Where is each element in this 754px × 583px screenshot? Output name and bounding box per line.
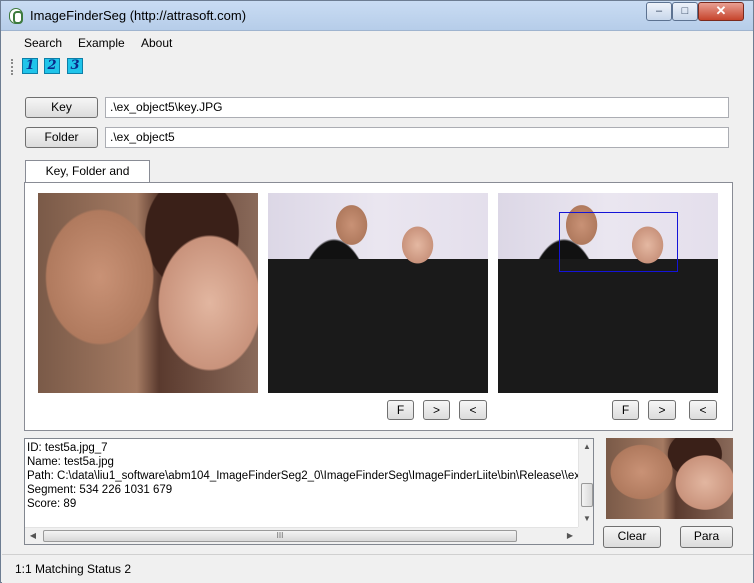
status-bar: 1:1 Matching Status 2 xyxy=(2,554,753,583)
app-window: ImageFinderSeg (http://attrasoft.com) – … xyxy=(0,0,754,583)
folder-path-field[interactable]: .\ex_object5 xyxy=(105,127,729,148)
maximize-button[interactable]: □ xyxy=(672,2,698,21)
scroll-right-icon[interactable]: ▶ xyxy=(562,528,578,544)
segment-selection-box xyxy=(559,212,678,272)
status-text: 1:1 Matching Status 2 xyxy=(15,562,132,576)
tab-key-folder-results[interactable]: Key, Folder and Results xyxy=(25,160,150,199)
title-bar: ImageFinderSeg (http://attrasoft.com) – … xyxy=(1,1,753,31)
scroll-down-icon[interactable]: ▼ xyxy=(579,511,593,527)
close-button[interactable]: ✕ xyxy=(698,2,744,21)
detail-name: Name: test5a.jpg xyxy=(27,456,114,468)
toolbar: 1 2 3 xyxy=(2,55,753,79)
detail-score: Score: 89 xyxy=(27,498,77,510)
scroll-corner xyxy=(578,527,593,544)
results-panel: F > < F > < xyxy=(24,182,733,431)
toolbar-button-1[interactable]: 1 xyxy=(22,58,38,74)
app-icon xyxy=(9,8,23,24)
key-button[interactable]: Key xyxy=(25,97,98,118)
nav1-prev-button[interactable]: < xyxy=(459,400,487,420)
horizontal-scrollbar[interactable]: ◀ III ▶ xyxy=(25,527,578,544)
result-image xyxy=(268,193,488,393)
menu-example[interactable]: Example xyxy=(78,36,125,50)
nav2-first-button[interactable]: F xyxy=(612,400,639,420)
nav1-next-button[interactable]: > xyxy=(423,400,450,420)
key-path-field[interactable]: .\ex_object5\key.JPG xyxy=(105,97,729,118)
nav1-first-button[interactable]: F xyxy=(387,400,414,420)
para-button[interactable]: Para xyxy=(680,526,733,548)
details-textbox[interactable]: ID: test5a.jpg_7 Name: test5a.jpg Path: … xyxy=(24,438,594,545)
scroll-up-icon[interactable]: ▲ xyxy=(579,439,593,455)
minimize-button[interactable]: – xyxy=(646,2,672,21)
toolbar-grip-icon[interactable] xyxy=(11,59,14,75)
toolbar-button-2[interactable]: 2 xyxy=(44,58,60,74)
nav2-prev-button[interactable]: < xyxy=(689,400,717,420)
detail-path: Path: C:\data\liu1_software\abm104_Image… xyxy=(27,470,594,482)
menu-about[interactable]: About xyxy=(141,36,172,50)
detail-id: ID: test5a.jpg_7 xyxy=(27,442,108,454)
clear-button[interactable]: Clear xyxy=(603,526,661,548)
vertical-scroll-thumb[interactable] xyxy=(581,483,593,507)
window-title: ImageFinderSeg (http://attrasoft.com) xyxy=(30,8,247,23)
detail-segment: Segment: 534 226 1031 679 xyxy=(27,484,173,496)
vertical-scrollbar[interactable]: ▲ ▼ xyxy=(578,439,593,527)
folder-button[interactable]: Folder xyxy=(25,127,98,148)
result-image-marked xyxy=(498,193,718,393)
menu-bar: Search Example About xyxy=(2,32,753,54)
scroll-left-icon[interactable]: ◀ xyxy=(25,528,41,544)
nav2-next-button[interactable]: > xyxy=(648,400,676,420)
toolbar-button-3[interactable]: 3 xyxy=(67,58,83,74)
horizontal-scroll-thumb[interactable]: III xyxy=(43,530,517,542)
segment-thumbnail xyxy=(606,438,733,519)
menu-search[interactable]: Search xyxy=(24,36,62,50)
key-image xyxy=(38,193,258,393)
